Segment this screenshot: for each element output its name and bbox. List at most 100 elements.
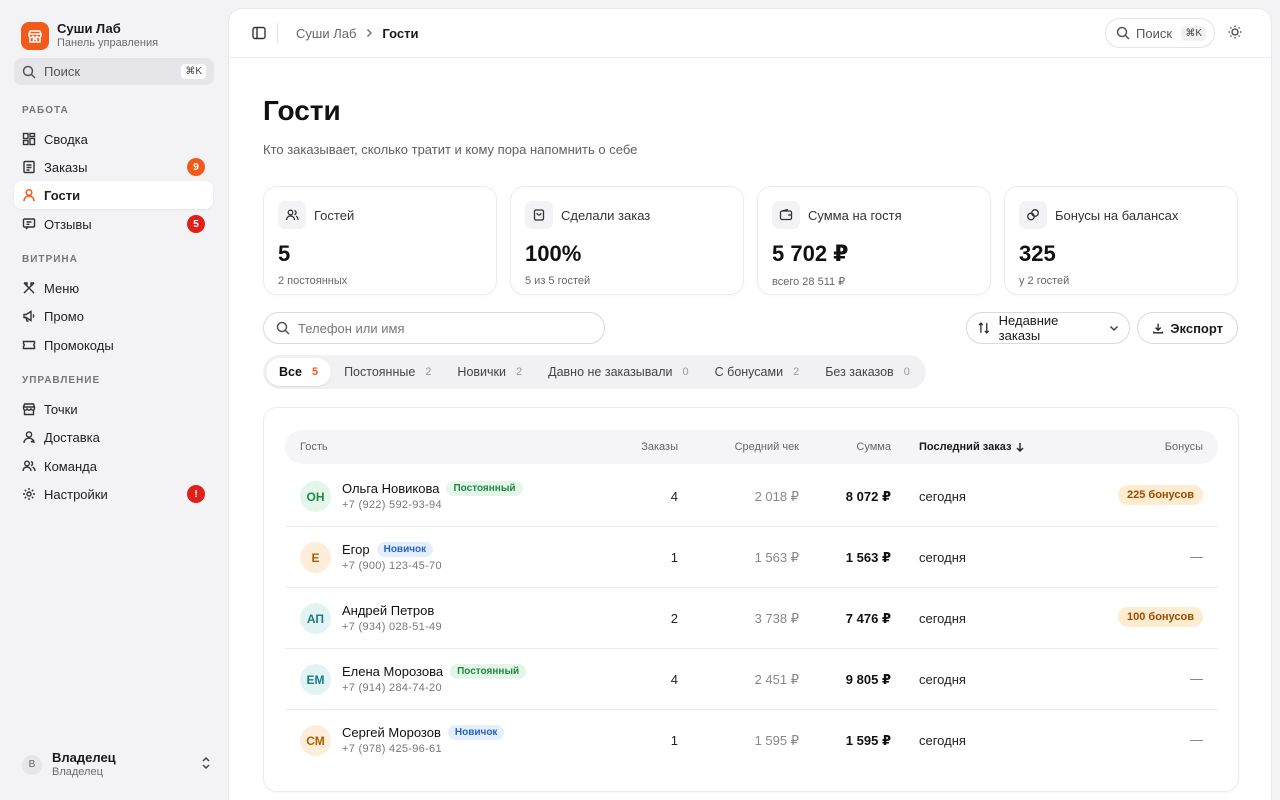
page-subtitle: Кто заказывает, сколько тратит и кому по…	[263, 142, 638, 157]
stat-value: 325	[1019, 241, 1056, 266]
sidebar-search[interactable]: Поиск ⌘K	[14, 58, 214, 85]
sidebar-item-label: Отзывы	[44, 216, 92, 232]
sidebar-item-label: Промо	[44, 308, 84, 324]
sidebar-item-label: Заказы	[44, 159, 88, 175]
column-last-order[interactable]: Последний заказ	[919, 441, 1025, 453]
coins-icon	[1019, 201, 1047, 229]
tab-no-orders[interactable]: Без заказов 0	[812, 358, 923, 386]
sidebar-item-menu[interactable]: Меню	[14, 274, 213, 302]
arrow-down-icon	[1016, 443, 1024, 452]
sun-icon[interactable]	[1227, 24, 1243, 43]
guest-name-cell: Сергей Морозов Новичок	[342, 725, 505, 740]
tab-all[interactable]: Все 5	[266, 358, 332, 386]
sidebar-item-label: Команда	[44, 458, 97, 474]
sidebar-search-shortcut: ⌘K	[181, 64, 206, 79]
tab-count: 2	[516, 366, 523, 378]
guest-name: Андрей Петров	[342, 603, 435, 618]
table-row[interactable]: АП Андрей Петров +7 (934) 028-51-49 2 3 …	[285, 588, 1218, 649]
sidebar-item-label: Промокоды	[44, 337, 114, 353]
column-last-order-label: Последний заказ	[919, 441, 1012, 453]
stat-label: Гостей	[314, 207, 355, 223]
guest-tag: Постоянный	[446, 481, 523, 496]
gear-icon	[22, 487, 36, 501]
tab-lapsed[interactable]: Давно не заказывали 0	[535, 358, 702, 386]
sidebar-item-promocodes[interactable]: Промокоды	[14, 331, 213, 359]
sidebar-item-orders[interactable]: Заказы 9	[14, 153, 213, 181]
stat-note: у 2 гостей	[1019, 275, 1070, 287]
sum-cell: 7 476 ₽	[845, 611, 891, 626]
avatar: ОН	[300, 481, 331, 512]
bonus-empty: —	[1190, 732, 1203, 747]
top-search-shortcut: ⌘K	[1181, 25, 1206, 41]
user-icon	[22, 188, 36, 202]
table-row[interactable]: СМ Сергей Морозов Новичок +7 (978) 425-96…	[285, 710, 1218, 771]
export-label: Экспорт	[1170, 320, 1223, 336]
stat-label: Сумма на гостя	[808, 207, 902, 223]
stat-card-ordered: Сделали заказ 100% 5 из 5 гостей	[510, 186, 744, 295]
stat-label: Сделали заказ	[561, 207, 651, 223]
nav-section-title: УПРАВЛЕНИЕ	[22, 375, 101, 386]
stat-value: 100%	[525, 241, 582, 266]
sidebar-item-promo[interactable]: Промо	[14, 302, 213, 330]
tab-label: Без заказов	[825, 365, 894, 379]
guest-name: Елена Морозова	[342, 664, 444, 679]
utensils-icon	[22, 281, 36, 295]
guest-name-cell: Андрей Петров	[342, 603, 434, 618]
column-guest[interactable]: Гость	[300, 441, 328, 453]
sidebar-item-team[interactable]: Команда	[14, 452, 213, 480]
sidebar-toggle-icon[interactable]	[251, 25, 267, 44]
wallet-icon	[772, 201, 800, 229]
stat-label: Бонусы на балансах	[1055, 207, 1179, 223]
bonus-empty: —	[1190, 549, 1203, 564]
settings-badge: !	[187, 485, 205, 503]
tab-label: Постоянные	[344, 365, 416, 379]
tab-with-bonuses[interactable]: С бонусами 2	[702, 358, 813, 386]
stat-note: всего 28 511 ₽	[772, 276, 846, 288]
search-icon	[22, 65, 36, 79]
breadcrumb-current: Гости	[382, 26, 419, 41]
stat-value: 5 702 ₽	[772, 241, 849, 266]
guests-table: Гость Заказы Средний чек Сумма Последний…	[263, 407, 1239, 792]
avatar: В	[22, 754, 42, 775]
table-row[interactable]: ОН Ольга Новикова Постоянный +7 (922) 592…	[285, 466, 1218, 527]
export-button[interactable]: Экспорт	[1137, 312, 1238, 344]
sum-cell: 1 595 ₽	[845, 733, 891, 748]
main-content: Суши Лаб Гости Поиск ⌘K Гости Кто заказы…	[228, 8, 1272, 800]
last-order-cell: сегодня	[919, 489, 966, 504]
table-row[interactable]: ЕМ Елена Морозова Постоянный +7 (914) 284…	[285, 649, 1218, 710]
search-icon	[1116, 26, 1130, 40]
sidebar-item-reviews[interactable]: Отзывы 5	[14, 210, 213, 238]
orders-cell: 2	[670, 611, 678, 626]
brand[interactable]: Суши Лаб Панель управления	[21, 21, 158, 50]
sidebar-item-summary[interactable]: Сводка	[14, 125, 213, 153]
sidebar-item-locations[interactable]: Точки	[14, 395, 213, 423]
sidebar-item-label: Гости	[44, 187, 81, 203]
avg-check-cell: 1 595 ₽	[754, 733, 799, 748]
guest-tag: Новичок	[447, 725, 505, 740]
column-avg-check[interactable]: Средний чек	[735, 441, 799, 453]
table-row[interactable]: Е Егор Новичок +7 (900) 123-45-70 1 1 563…	[285, 527, 1218, 588]
top-search-button[interactable]: Поиск ⌘K	[1105, 18, 1215, 48]
sum-cell: 9 805 ₽	[845, 672, 891, 687]
breadcrumb: Суши Лаб Гости	[296, 26, 419, 41]
tab-new[interactable]: Новички 2	[444, 358, 535, 386]
guest-search-input[interactable]	[298, 320, 578, 336]
sidebar-item-label: Настройки	[44, 486, 108, 502]
tab-regular[interactable]: Постоянные 2	[331, 358, 444, 386]
orders-badge: 9	[187, 158, 205, 176]
sort-dropdown[interactable]: Недавние заказы	[966, 312, 1130, 344]
guest-name-cell: Елена Морозова Постоянный	[342, 664, 527, 679]
column-orders[interactable]: Заказы	[641, 441, 678, 453]
breadcrumb-root[interactable]: Суши Лаб	[296, 26, 356, 41]
stat-card-avg-spend: Сумма на гостя 5 702 ₽ всего 28 511 ₽	[757, 186, 991, 295]
stat-note: 5 из 5 гостей	[525, 275, 591, 287]
guest-tag: Постоянный	[450, 664, 527, 679]
delivery-icon	[22, 430, 36, 444]
brand-subtitle: Панель управления	[57, 37, 159, 49]
user-menu[interactable]: В Владелец Владелец	[22, 750, 212, 779]
column-sum[interactable]: Сумма	[856, 441, 891, 453]
column-bonuses[interactable]: Бонусы	[1165, 441, 1203, 453]
sidebar-item-guests[interactable]: Гости	[14, 181, 213, 209]
sidebar-item-delivery[interactable]: Доставка	[14, 423, 213, 451]
sidebar-item-settings[interactable]: Настройки !	[14, 480, 213, 508]
